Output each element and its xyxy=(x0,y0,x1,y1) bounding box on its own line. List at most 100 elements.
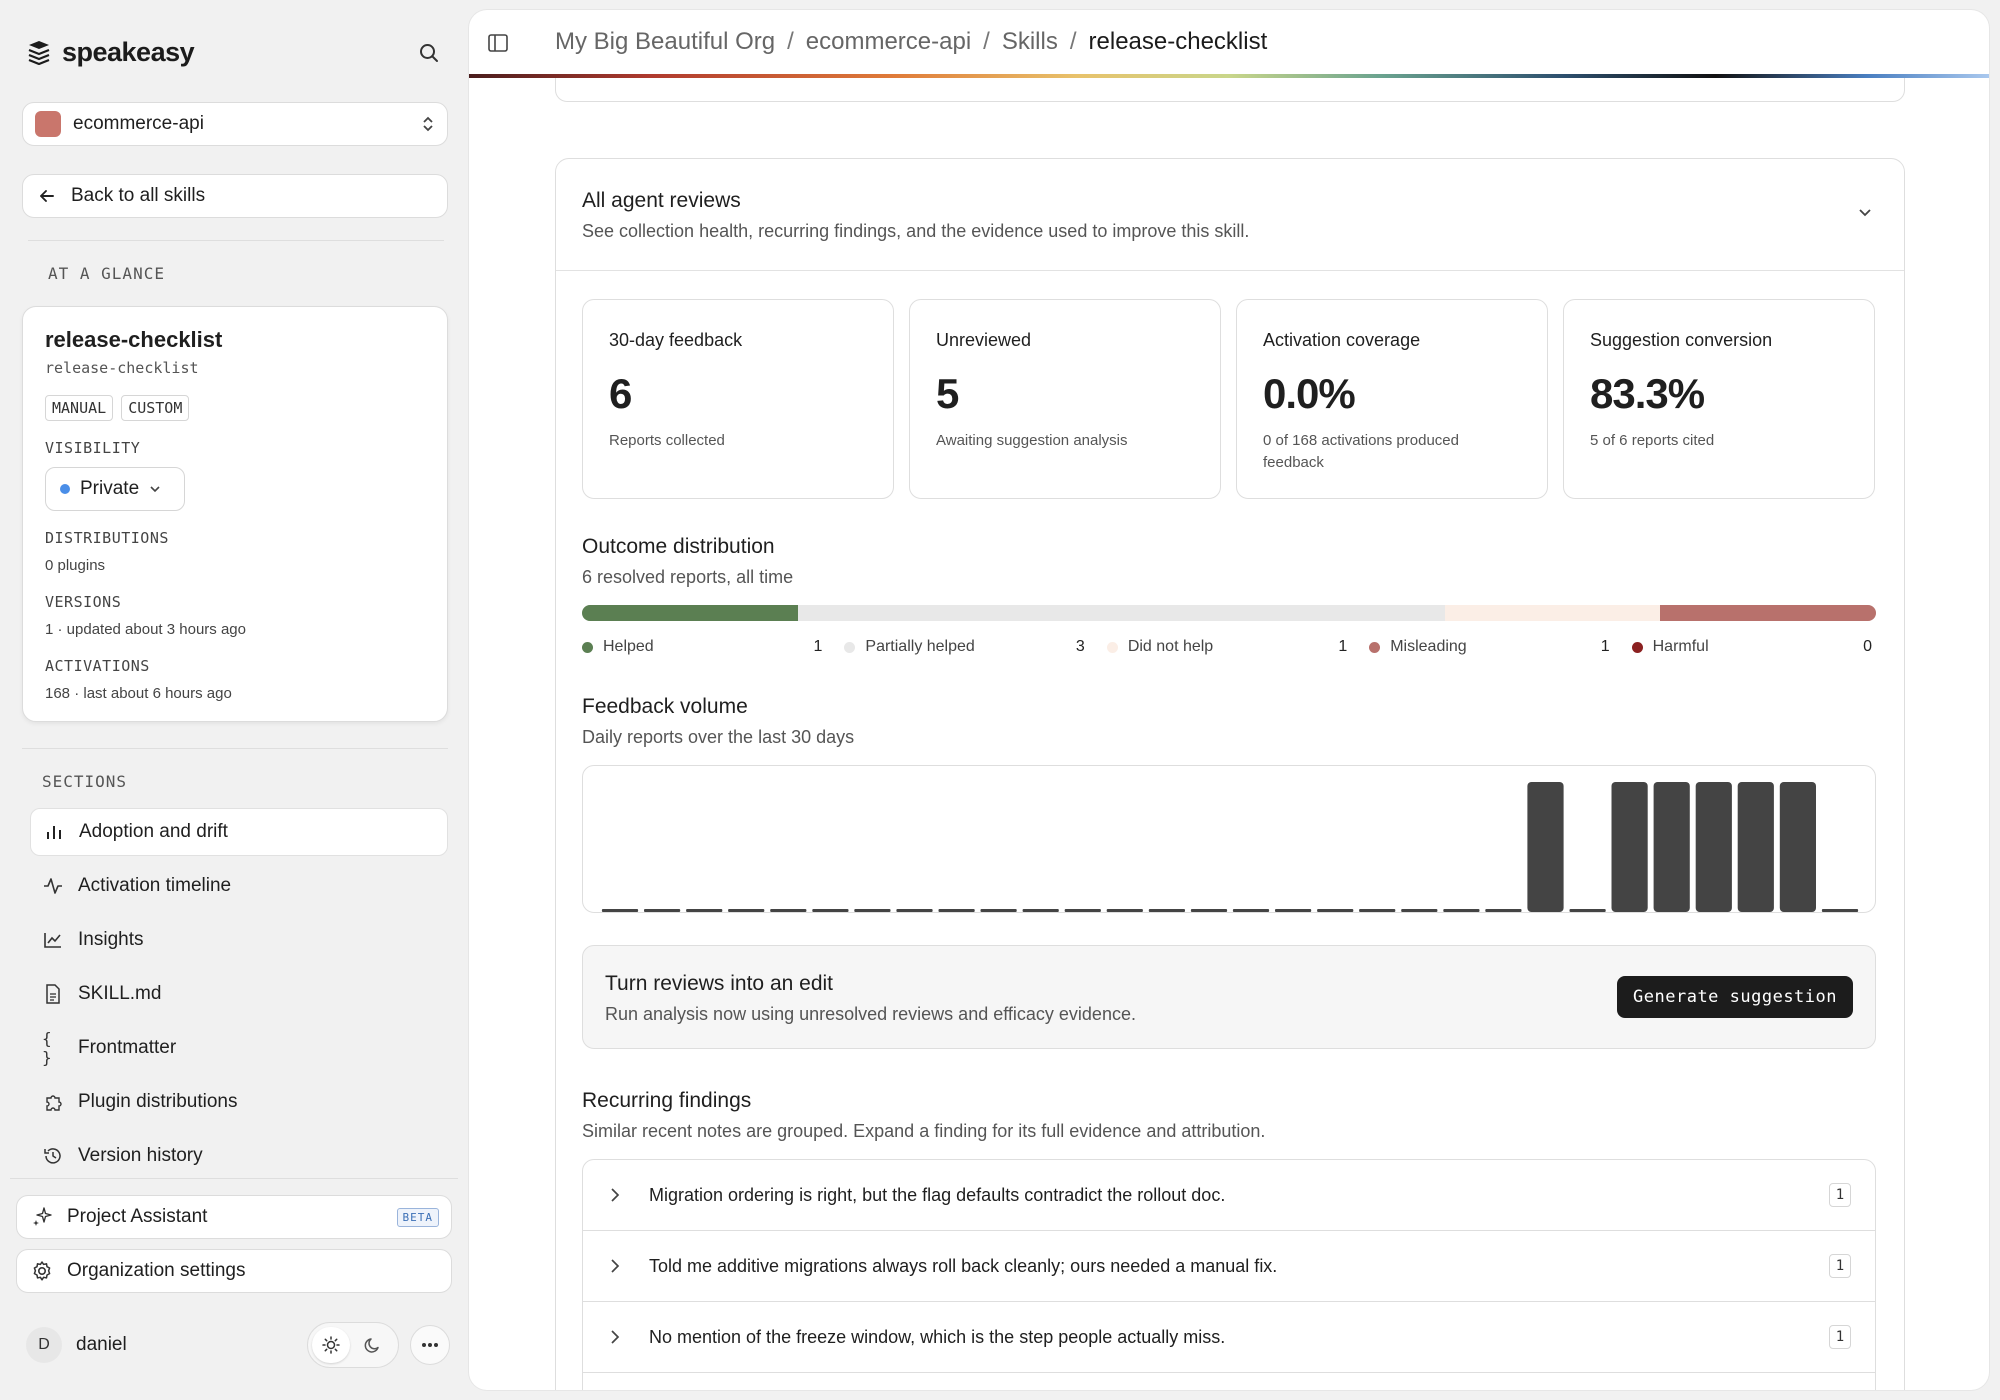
project-assistant-label: Project Assistant xyxy=(67,1206,208,1227)
visibility-select[interactable]: Private xyxy=(45,467,185,511)
versions-value: 1 · updated about 3 hours ago xyxy=(45,621,246,638)
finding-row[interactable] xyxy=(583,1373,1875,1390)
moon-icon xyxy=(364,1338,379,1353)
project-selector[interactable]: ecommerce-api xyxy=(22,102,448,146)
breadcrumb: My Big Beautiful Org / ecommerce-api / S… xyxy=(555,28,1267,56)
section-label: Insights xyxy=(78,929,144,950)
content-scroll-area[interactable]: All agent reviews See collection health,… xyxy=(469,78,1989,1390)
skill-tags: MANUAL CUSTOM xyxy=(45,395,190,421)
search-icon xyxy=(420,44,438,62)
volume-bar-day-9 xyxy=(938,909,975,912)
finding-count-badge: 1 xyxy=(1829,1325,1851,1349)
activations-label: ACTIVATIONS xyxy=(45,657,150,675)
user-name: daniel xyxy=(76,1334,127,1355)
chevron-right-icon xyxy=(609,1329,627,1345)
braces-icon: { } xyxy=(42,1029,52,1067)
previous-card xyxy=(555,78,1905,102)
sparkles-icon xyxy=(33,1207,52,1226)
volume-bar-day-3 xyxy=(686,909,723,912)
section-version-history[interactable]: Version history xyxy=(30,1132,448,1180)
breadcrumb-project[interactable]: ecommerce-api xyxy=(806,28,971,56)
finding-row[interactable]: No mention of the freeze window, which i… xyxy=(583,1302,1875,1373)
gear-icon xyxy=(33,1261,51,1281)
line-chart-icon xyxy=(42,929,64,951)
stat-label: Suggestion conversion xyxy=(1590,330,1773,350)
legend-dot xyxy=(582,641,593,653)
user-menu[interactable]: D daniel xyxy=(26,1324,127,1366)
volume-bar-day-28 xyxy=(1737,782,1774,912)
app-name: speakeasy xyxy=(62,36,195,67)
feedback-volume-subtitle: Daily reports over the last 30 days xyxy=(582,727,855,747)
puzzle-icon xyxy=(42,1091,64,1113)
breadcrumb-org[interactable]: My Big Beautiful Org xyxy=(555,28,775,56)
project-color-swatch xyxy=(35,111,61,137)
skill-glance-card: release-checklist release-checklist MANU… xyxy=(22,306,448,722)
feedback-volume-title: Feedback volume xyxy=(582,695,748,718)
sidebar-panel-icon xyxy=(488,34,508,52)
legend-dot xyxy=(1369,641,1381,653)
project-assistant-button[interactable]: Project Assistant BETA xyxy=(16,1195,452,1239)
generate-suggestion-button[interactable]: Generate suggestion xyxy=(1617,976,1853,1018)
finding-row[interactable]: Migration ordering is right, but the fla… xyxy=(583,1160,1875,1231)
back-to-skills-label: Back to all skills xyxy=(71,185,206,206)
section-skill-md[interactable]: SKILL.md xyxy=(30,970,448,1018)
legend-label: Partially helped xyxy=(865,638,975,655)
activations-value: 168 · last about 6 hours ago xyxy=(45,685,232,702)
finding-text: Told me additive migrations always roll … xyxy=(649,1255,1278,1276)
stat-card-unreviewed: Unreviewed 5 Awaiting suggestion analysi… xyxy=(909,299,1221,499)
more-options-button[interactable] xyxy=(410,1325,450,1365)
divider xyxy=(10,1178,458,1179)
breadcrumb-skills[interactable]: Skills xyxy=(1002,28,1058,56)
logo[interactable]: speakeasy xyxy=(26,34,195,70)
private-status-dot xyxy=(60,484,70,494)
legend-value: 1 xyxy=(813,638,823,655)
volume-bar-day-21 xyxy=(1443,909,1480,912)
light-mode-button[interactable] xyxy=(312,1327,350,1363)
project-name: ecommerce-api xyxy=(73,113,204,134)
outcome-legend: Helped 1 Partially helped 3 Did not help… xyxy=(582,635,1876,659)
volume-bar-day-20 xyxy=(1401,909,1438,912)
legend-item-misleading: Misleading 1 xyxy=(1351,635,1613,659)
section-activation-timeline[interactable]: Activation timeline xyxy=(30,862,448,910)
finding-text: No mention of the freeze window, which i… xyxy=(649,1326,1226,1347)
toggle-sidebar-button[interactable] xyxy=(487,32,513,58)
section-plugin-distributions[interactable]: Plugin distributions xyxy=(30,1078,448,1126)
theme-toggle xyxy=(307,1322,399,1368)
chevron-up-down-icon xyxy=(423,116,433,132)
section-frontmatter[interactable]: { } Frontmatter xyxy=(30,1024,448,1072)
dark-mode-button[interactable] xyxy=(354,1327,392,1363)
history-icon xyxy=(42,1145,64,1167)
volume-bar-day-23 xyxy=(1527,782,1564,912)
section-adoption-and-drift[interactable]: Adoption and drift xyxy=(30,808,448,856)
volume-bar-day-18 xyxy=(1317,909,1354,912)
legend-value: 0 xyxy=(1863,638,1873,655)
sun-icon xyxy=(322,1336,340,1354)
findings-list: Migration ordering is right, but the fla… xyxy=(582,1159,1876,1390)
cta-subtitle: Run analysis now using unresolved review… xyxy=(605,1004,1136,1024)
organization-settings-button[interactable]: Organization settings xyxy=(16,1249,452,1293)
stat-label: 30-day feedback xyxy=(609,330,743,350)
volume-bar-day-27 xyxy=(1695,782,1732,912)
agent-reviews-header[interactable]: All agent reviews See collection health,… xyxy=(556,159,1904,271)
distributions-label: DISTRIBUTIONS xyxy=(45,529,169,547)
tag-manual: MANUAL xyxy=(45,395,114,421)
volume-bar-day-19 xyxy=(1359,909,1396,912)
cta-title: Turn reviews into an edit xyxy=(605,972,833,995)
finding-row[interactable]: Told me additive migrations always roll … xyxy=(583,1231,1875,1302)
outcome-distribution-title: Outcome distribution xyxy=(582,535,775,558)
volume-bar-day-15 xyxy=(1190,909,1228,912)
chevron-down-icon[interactable] xyxy=(1856,203,1874,221)
legend-label: Helped xyxy=(603,638,654,655)
legend-value: 1 xyxy=(1338,638,1348,655)
volume-bar-day-16 xyxy=(1232,909,1270,912)
stat-value: 83.3% xyxy=(1590,370,1705,417)
volume-bar-day-10 xyxy=(980,909,1017,912)
stat-label: Unreviewed xyxy=(936,330,1032,350)
recurring-findings-title: Recurring findings xyxy=(582,1089,752,1112)
distribution-segment-did-not-help xyxy=(1444,605,1661,621)
search-button[interactable] xyxy=(414,38,444,68)
section-insights[interactable]: Insights xyxy=(30,916,448,964)
section-label: Activation timeline xyxy=(78,875,232,896)
back-to-skills-button[interactable]: Back to all skills xyxy=(22,174,448,218)
divider xyxy=(22,748,448,749)
